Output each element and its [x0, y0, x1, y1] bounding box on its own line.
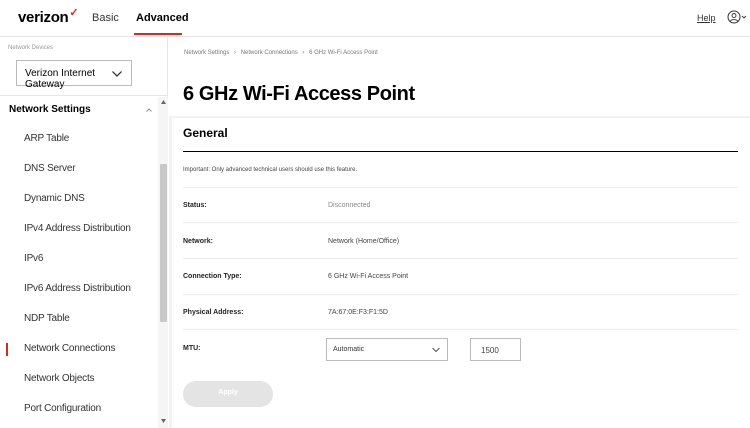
sidebar-item-ndp-table[interactable]: NDP Table — [0, 304, 158, 334]
breadcrumb-separator: › — [302, 50, 305, 56]
sidebar-item-dynamic-dns[interactable]: Dynamic DNS — [0, 184, 158, 214]
user-menu[interactable] — [727, 9, 749, 25]
active-tab-indicator — [134, 33, 182, 35]
verizon-logo[interactable]: verizon✓ — [18, 7, 79, 26]
sidebar-scroll-thumb[interactable] — [160, 164, 167, 322]
row-divider — [183, 187, 738, 188]
connection-type-value: 6 GHz Wi-Fi Access Point — [328, 273, 409, 280]
sidebar-section-network-settings[interactable]: Network Settings — [0, 99, 160, 121]
apply-button-label: Apply — [218, 389, 238, 396]
network-label: Network: — [183, 238, 213, 245]
chevron-down-icon — [432, 347, 440, 353]
tab-basic[interactable]: Basic — [92, 12, 119, 24]
card-title-divider — [183, 151, 738, 152]
page-title: 6 GHz Wi-Fi Access Point — [183, 83, 415, 105]
user-circle-icon — [727, 10, 747, 24]
scroll-up-icon[interactable] — [160, 99, 167, 105]
physical-address-value: 7A:67:0E:F3:F1:5D — [328, 309, 388, 316]
network-value: Network (Home/Office) — [328, 238, 400, 245]
section-label: Network Settings — [9, 104, 91, 115]
help-link[interactable]: Help — [697, 13, 716, 23]
card-title: General — [183, 126, 228, 140]
mtu-value-input[interactable]: 1500 — [470, 338, 521, 361]
sidebar-item-network-connections[interactable]: Network Connections — [0, 334, 158, 364]
status-value: Disconnected — [328, 202, 371, 209]
row-divider — [183, 258, 738, 259]
row-divider — [183, 329, 738, 330]
breadcrumb-network-connections[interactable]: Network Connections — [241, 50, 298, 56]
sidebar-item-ipv4-address-distribution[interactable]: IPv4 Address Distribution — [0, 214, 158, 244]
sidebar-item-dns-server[interactable]: DNS Server — [0, 154, 158, 184]
apply-button[interactable]: Apply — [183, 381, 273, 407]
sidebar-item-port-configuration[interactable]: Port Configuration — [0, 394, 158, 424]
chevron-up-icon — [146, 108, 152, 112]
important-note: Important: Only advanced technical users… — [183, 167, 358, 173]
row-divider — [183, 294, 738, 295]
connection-type-label: Connection Type: — [183, 273, 242, 280]
sidebar-item-ipv6[interactable]: IPv6 — [0, 244, 158, 274]
mtu-value: 1500 — [481, 346, 499, 355]
chevron-down-icon — [112, 71, 122, 77]
network-devices-label: Network Devices — [8, 45, 54, 51]
logo-check-icon: ✓ — [69, 7, 79, 19]
physical-address-label: Physical Address: — [183, 309, 244, 316]
top-bar: verizon✓ Basic Advanced Help — [0, 0, 750, 37]
sidebar-item-ipv6-address-distribution[interactable]: IPv6 Address Distribution — [0, 274, 158, 304]
scroll-down-icon[interactable] — [160, 418, 167, 424]
breadcrumb-current: 6 GHz Wi-Fi Access Point — [309, 50, 378, 56]
status-label: Status: — [183, 202, 207, 209]
logo-text: verizon — [18, 9, 69, 26]
breadcrumb-network-settings[interactable]: Network Settings — [184, 50, 229, 56]
breadcrumb: Network Settings › Network Connections ›… — [184, 50, 381, 56]
sidebar-item-arp-table[interactable]: ARP Table — [0, 124, 158, 154]
breadcrumb-separator: › — [234, 50, 237, 56]
sidebar-list: ARP Table DNS Server Dynamic DNS IPv4 Ad… — [0, 124, 158, 424]
mtu-mode-select[interactable]: Automatic — [326, 338, 448, 361]
sidebar-item-network-objects[interactable]: Network Objects — [0, 364, 158, 394]
mtu-label: MTU: — [183, 345, 201, 352]
device-select[interactable]: Verizon Internet Gateway — [16, 60, 132, 90]
row-divider — [183, 222, 738, 223]
sidebar-divider — [0, 95, 168, 96]
tab-advanced[interactable]: Advanced — [136, 12, 189, 24]
mtu-mode-value: Automatic — [333, 346, 365, 353]
